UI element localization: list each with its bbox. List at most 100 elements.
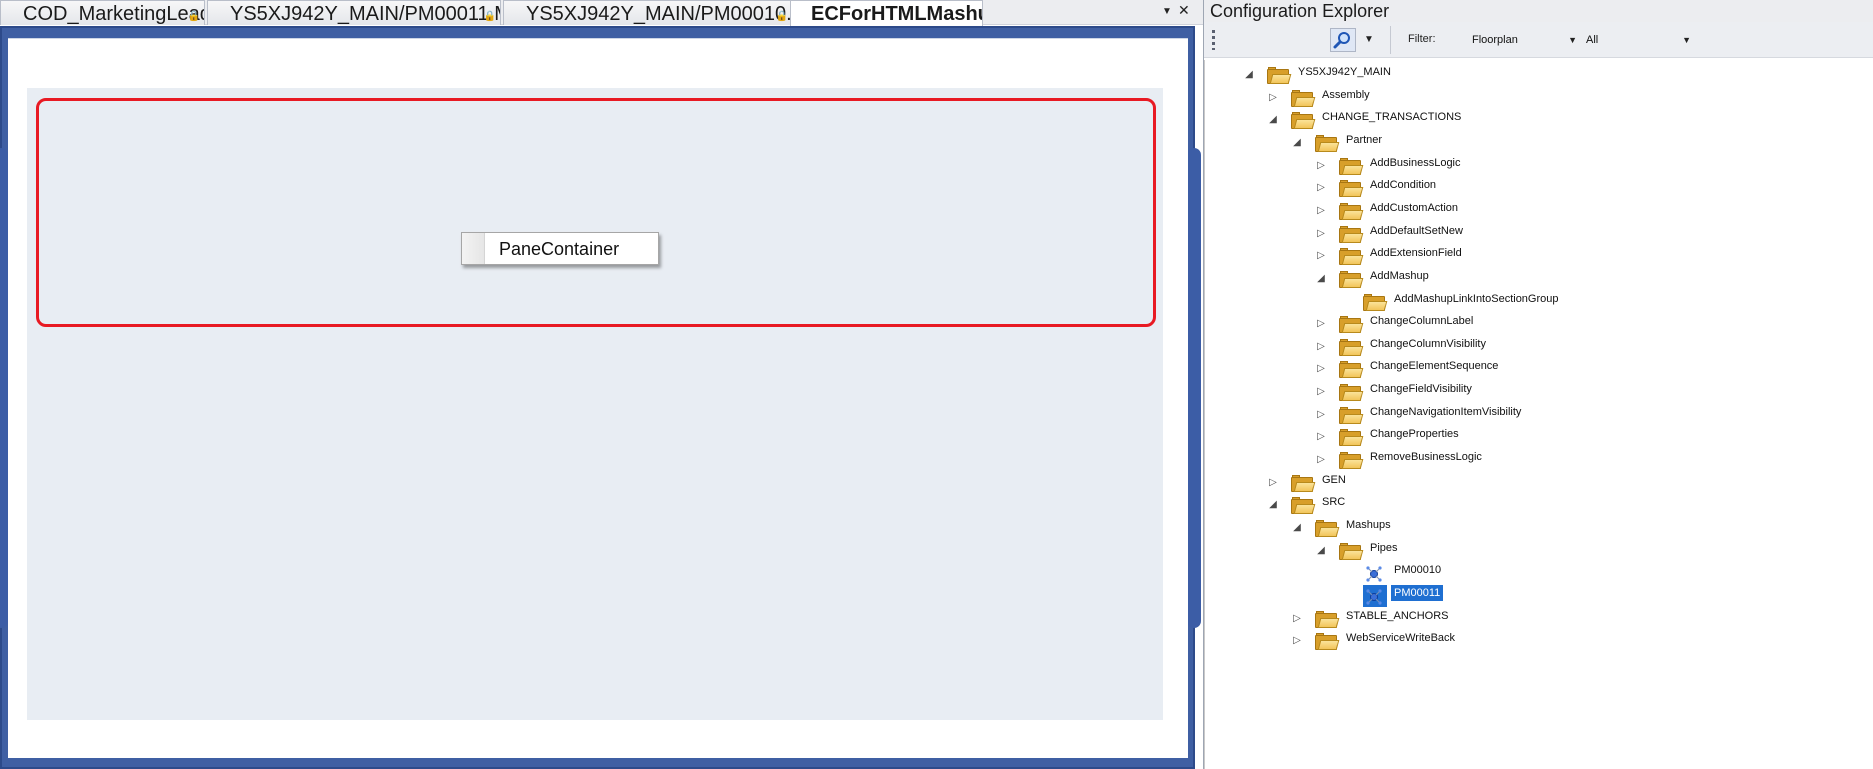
tab-label: COD_MarketingLead (23, 3, 205, 25)
folder-icon (1339, 358, 1364, 380)
tree-node-label: WebServiceWriteBack (1346, 632, 1456, 645)
collapsed-arrow-icon[interactable]: ▷ (1315, 386, 1327, 398)
collapsed-arrow-icon[interactable]: ▷ (1315, 318, 1327, 330)
designer-area: COD_MarketingLead 🔒 YS5XJ942Y_MAIN/PM000… (0, 0, 1203, 769)
right-collapse-handle[interactable] (1187, 148, 1201, 628)
tree-node-label: ChangeFieldVisibility (1370, 383, 1472, 396)
tree-node-label: ChangeElementSequence (1370, 360, 1499, 373)
tree-node-label: AddBusinessLogic (1370, 156, 1461, 169)
folder-icon (1339, 313, 1364, 335)
lock-icon: 🔒 (775, 11, 788, 22)
collapsed-arrow-icon[interactable]: ▷ (1315, 182, 1327, 194)
collapsed-arrow-icon[interactable]: ▷ (1315, 454, 1327, 466)
document-tab-bar: COD_MarketingLead 🔒 YS5XJ942Y_MAIN/PM000… (0, 0, 1203, 26)
folder-icon (1339, 449, 1364, 471)
tree-node-label: AddCondition (1370, 179, 1437, 192)
lock-icon: 🔒 (483, 11, 496, 22)
collapsed-arrow-icon[interactable]: ▷ (1315, 431, 1327, 443)
folder-icon (1315, 630, 1340, 652)
expanded-arrow-icon[interactable]: ◢ (1267, 114, 1279, 126)
tree-node-label: AddCustomAction (1370, 201, 1459, 214)
search-input[interactable] (1222, 28, 1332, 52)
expanded-arrow-icon[interactable]: ◢ (1291, 137, 1303, 149)
tree-node-label: Mashups (1346, 519, 1391, 531)
collapsed-arrow-icon[interactable]: ▷ (1315, 341, 1327, 353)
configuration-explorer: Configuration Explorer ▼ Filter: Floorpl… (1204, 0, 1873, 769)
tree-node-label: PM00011 (1391, 584, 1444, 601)
tree-node-label: STABLE_ANCHORS (1346, 609, 1449, 622)
folder-icon (1339, 177, 1364, 199)
filter-type-value: Floorplan (1472, 34, 1518, 46)
folder-icon (1339, 268, 1364, 290)
collapsed-arrow-icon[interactable]: ▷ (1315, 205, 1327, 217)
pane-container-region[interactable] (36, 98, 1156, 327)
collapsed-arrow-icon[interactable]: ▷ (1315, 228, 1327, 240)
folder-icon (1291, 87, 1316, 109)
folder-icon (1291, 494, 1316, 516)
folder-icon (1339, 381, 1364, 403)
folder-icon (1315, 517, 1340, 539)
tab-list-dropdown-icon[interactable]: ▼ (1162, 6, 1172, 17)
tree-node-label: PM00010 (1394, 564, 1442, 577)
search-button[interactable] (1330, 28, 1356, 52)
expanded-arrow-icon[interactable]: ◢ (1291, 522, 1303, 534)
chevron-down-icon: ▼ (1682, 35, 1691, 45)
tree-node-label: AddExtensionField (1370, 247, 1462, 260)
chevron-down-icon: ▼ (1568, 35, 1577, 45)
tab-ecforhtmlmashup[interactable]: ECForHTMLMashup (790, 0, 983, 26)
folder-icon (1339, 200, 1364, 222)
mashup-pipe-icon (1363, 584, 1387, 607)
folder-icon (1315, 608, 1340, 630)
close-icon[interactable]: ✕ (1178, 2, 1190, 19)
tab-pm00010[interactable]: YS5XJ942Y_MAIN/PM00010.MC 🔒 (503, 0, 793, 25)
collapsed-arrow-icon[interactable]: ▷ (1291, 613, 1303, 625)
folder-icon (1291, 472, 1316, 494)
folder-icon (1339, 223, 1364, 245)
tab-pm00011[interactable]: YS5XJ942Y_MAIN/PM00011.MC 🔒 (207, 0, 501, 25)
tree-node[interactable]: ▷ WebServiceWriteBack (1291, 628, 1791, 655)
collapsed-arrow-icon[interactable]: ▷ (1315, 409, 1327, 421)
tab-label: ECForHTMLMashup (811, 3, 983, 25)
tree-node-label: AddDefaultSetNew (1370, 224, 1463, 237)
collapsed-arrow-icon[interactable]: ▷ (1315, 250, 1327, 262)
expanded-arrow-icon[interactable]: ◢ (1243, 69, 1255, 81)
collapsed-arrow-icon[interactable]: ▷ (1267, 477, 1279, 489)
explorer-toolbar: ▼ Filter: Floorplan ▼ All ▼ (1204, 22, 1873, 58)
folder-icon (1339, 245, 1364, 267)
tree-node-label: Partner (1346, 133, 1383, 146)
mashup-pipe-icon (1363, 562, 1387, 584)
collapsed-arrow-icon[interactable]: ▷ (1315, 160, 1327, 172)
collapsed-arrow-icon[interactable]: ▷ (1291, 635, 1303, 647)
collapsed-arrow-icon[interactable]: ▷ (1315, 363, 1327, 375)
pane-container-label[interactable]: PaneContainer (461, 232, 659, 265)
lock-icon: 🔒 (187, 11, 200, 22)
filter-scope-select[interactable]: All ▼ (1580, 28, 1695, 52)
folder-icon (1291, 109, 1316, 131)
folder-icon (1339, 155, 1364, 177)
tree-node-label: CHANGE_TRANSACTIONS (1322, 111, 1462, 124)
folder-icon (1315, 132, 1340, 154)
collapsed-arrow-icon[interactable]: ▷ (1267, 92, 1279, 104)
search-icon (1333, 32, 1350, 49)
expanded-arrow-icon[interactable]: ◢ (1267, 499, 1279, 511)
explorer-title: Configuration Explorer (1204, 0, 1873, 22)
filter-type-select[interactable]: Floorplan ▼ (1466, 28, 1581, 52)
folder-icon (1339, 336, 1364, 358)
tab-cod-marketinglead[interactable]: COD_MarketingLead 🔒 (0, 0, 205, 25)
tree-node-label: Pipes (1370, 541, 1398, 554)
folder-icon (1339, 426, 1364, 448)
expanded-arrow-icon[interactable]: ◢ (1315, 273, 1327, 285)
tree-node-label: GEN (1322, 473, 1346, 486)
toolbar-separator (1390, 26, 1391, 54)
search-options-dropdown[interactable]: ▼ (1360, 28, 1378, 52)
expanded-arrow-icon[interactable]: ◢ (1315, 545, 1327, 557)
toolbar-grip-icon[interactable] (1212, 30, 1215, 50)
left-collapse-handle[interactable] (0, 148, 8, 628)
configuration-tree: ◢ YS5XJ942Y_MAIN ▷ Assembly ◢ CHANGE_TRANSACT… (1204, 60, 1873, 769)
filter-label: Filter: (1408, 33, 1436, 45)
tree-node-label: AddMashup (1370, 269, 1429, 282)
folder-icon (1267, 64, 1292, 86)
